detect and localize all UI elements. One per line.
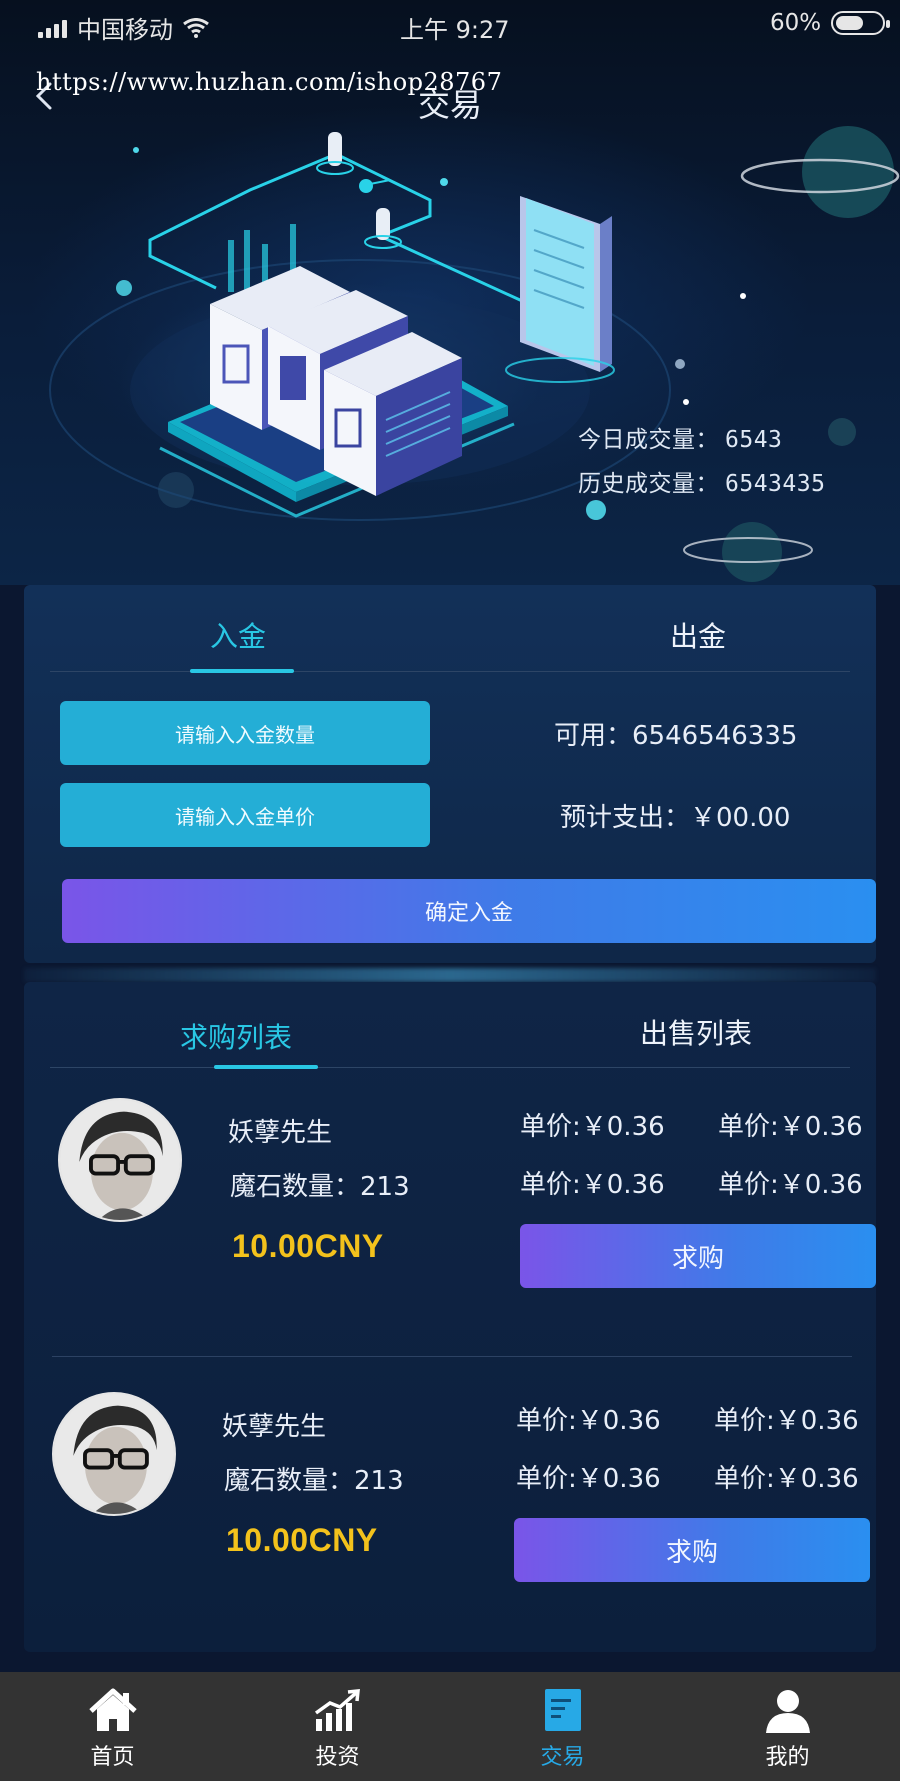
quantity-label: 魔石数量： bbox=[224, 1466, 355, 1496]
buy-button[interactable]: 求购 bbox=[520, 1224, 876, 1288]
unit-price: 单价:￥0.36 bbox=[516, 1464, 661, 1494]
stone-quantity: 魔石数量：213 bbox=[230, 1166, 410, 1203]
tab-deposit[interactable]: 入金 bbox=[210, 615, 266, 655]
nav-item-invest[interactable]: 投资 bbox=[225, 1672, 450, 1781]
status-time: 上午 9:27 bbox=[400, 16, 510, 44]
avatar bbox=[52, 1392, 176, 1516]
user-name: 妖孽先生 bbox=[222, 1412, 327, 1442]
unit-price: 单价:￥0.36 bbox=[516, 1406, 661, 1436]
battery-percent: 60% bbox=[770, 10, 822, 36]
today-volume-value: 6543 bbox=[725, 427, 783, 453]
battery-icon bbox=[831, 11, 891, 35]
status-bar: 中国移动 上午 9:27 60% bbox=[0, 0, 900, 52]
user-name: 妖孽先生 bbox=[228, 1118, 333, 1148]
status-left: 中国移动 bbox=[38, 10, 209, 45]
tab-buy-list[interactable]: 求购列表 bbox=[180, 1016, 292, 1056]
market-tabs: 求购列表 出售列表 bbox=[50, 982, 850, 1069]
bottom-nav: 首页 投资 交易 我的 bbox=[0, 1672, 900, 1781]
status-right: 60% bbox=[770, 10, 891, 36]
history-volume: 历史成交量： 6543435 bbox=[578, 464, 825, 498]
server-illustration bbox=[49, 126, 900, 582]
deposit-amount-input[interactable]: 请输入入金数量 bbox=[60, 701, 430, 765]
history-volume-label: 历史成交量： bbox=[578, 471, 719, 497]
nav-item-home[interactable]: 首页 bbox=[0, 1672, 225, 1781]
user-icon bbox=[765, 1690, 810, 1733]
row-divider bbox=[52, 1356, 852, 1357]
quantity-value: 213 bbox=[354, 1466, 404, 1496]
tab-sell-list[interactable]: 出售列表 bbox=[640, 1012, 752, 1052]
stone-quantity: 魔石数量：213 bbox=[224, 1460, 404, 1497]
wifi-icon bbox=[183, 17, 209, 38]
signal-icon bbox=[38, 18, 67, 38]
watermark-url: https://www.huzhan.com/ishop28767 bbox=[36, 68, 503, 96]
tab-withdraw[interactable]: 出金 bbox=[670, 615, 726, 655]
nav-label: 首页 bbox=[90, 1745, 135, 1770]
person-avatar-icon bbox=[60, 1100, 180, 1220]
document-icon bbox=[544, 1689, 581, 1731]
available-value: 6546546335 bbox=[632, 721, 798, 751]
buy-button[interactable]: 求购 bbox=[514, 1518, 870, 1582]
market-panel: 求购列表 出售列表 妖孽先生 魔石数量：213 10.00CNY 单价:￥0.3… bbox=[24, 982, 876, 1652]
list-item: 妖孽先生 魔石数量：213 10.00CNY 单价:￥0.36 单价:￥0.36… bbox=[24, 1078, 876, 1368]
quantity-value: 213 bbox=[360, 1172, 410, 1202]
estimated-cost: 预计支出：￥00.00 bbox=[560, 797, 790, 834]
nav-label: 我的 bbox=[765, 1745, 810, 1770]
carrier-label: 中国移动 bbox=[77, 16, 173, 44]
confirm-deposit-button[interactable]: 确定入金 bbox=[62, 879, 876, 943]
chart-icon bbox=[314, 1689, 360, 1731]
today-volume: 今日成交量： 6543 bbox=[578, 420, 782, 454]
available-balance: 可用：6546546335 bbox=[554, 715, 797, 752]
deposit-price-input[interactable]: 请输入入金单价 bbox=[60, 783, 430, 847]
today-volume-label: 今日成交量： bbox=[578, 427, 719, 453]
list-item: 妖孽先生 魔石数量：213 10.00CNY 单价:￥0.36 单价:￥0.36… bbox=[24, 1372, 876, 1662]
nav-label: 投资 bbox=[315, 1745, 360, 1770]
nav-label: 交易 bbox=[540, 1745, 585, 1770]
section-divider bbox=[24, 968, 876, 982]
unit-price: 单价:￥0.36 bbox=[714, 1406, 859, 1436]
deposit-tabs: 入金 出金 bbox=[50, 585, 850, 673]
home-icon bbox=[88, 1688, 137, 1731]
estimate-value: ￥00.00 bbox=[690, 803, 791, 833]
person-avatar-icon bbox=[54, 1394, 174, 1514]
total-price: 10.00CNY bbox=[226, 1522, 378, 1558]
history-volume-value: 6543435 bbox=[725, 471, 826, 497]
unit-price: 单价:￥0.36 bbox=[718, 1112, 863, 1142]
unit-price: 单价:￥0.36 bbox=[718, 1170, 863, 1200]
tab-underline bbox=[214, 1065, 318, 1069]
deposit-panel: 入金 出金 请输入入金数量 请输入入金单价 可用：6546546335 预计支出… bbox=[24, 585, 876, 963]
available-label: 可用： bbox=[554, 721, 633, 751]
unit-price: 单价:￥0.36 bbox=[520, 1112, 665, 1142]
total-price: 10.00CNY bbox=[232, 1228, 384, 1264]
quantity-label: 魔石数量： bbox=[230, 1172, 361, 1202]
unit-price: 单价:￥0.36 bbox=[714, 1464, 859, 1494]
nav-item-mine[interactable]: 我的 bbox=[675, 1672, 900, 1781]
estimate-label: 预计支出： bbox=[560, 803, 691, 833]
avatar bbox=[58, 1098, 182, 1222]
unit-price: 单价:￥0.36 bbox=[520, 1170, 665, 1200]
tab-underline bbox=[190, 669, 294, 673]
hero-banner: 中国移动 上午 9:27 60% 交易 https://www.huzhan.c… bbox=[0, 0, 900, 585]
nav-item-trade[interactable]: 交易 bbox=[450, 1672, 675, 1781]
